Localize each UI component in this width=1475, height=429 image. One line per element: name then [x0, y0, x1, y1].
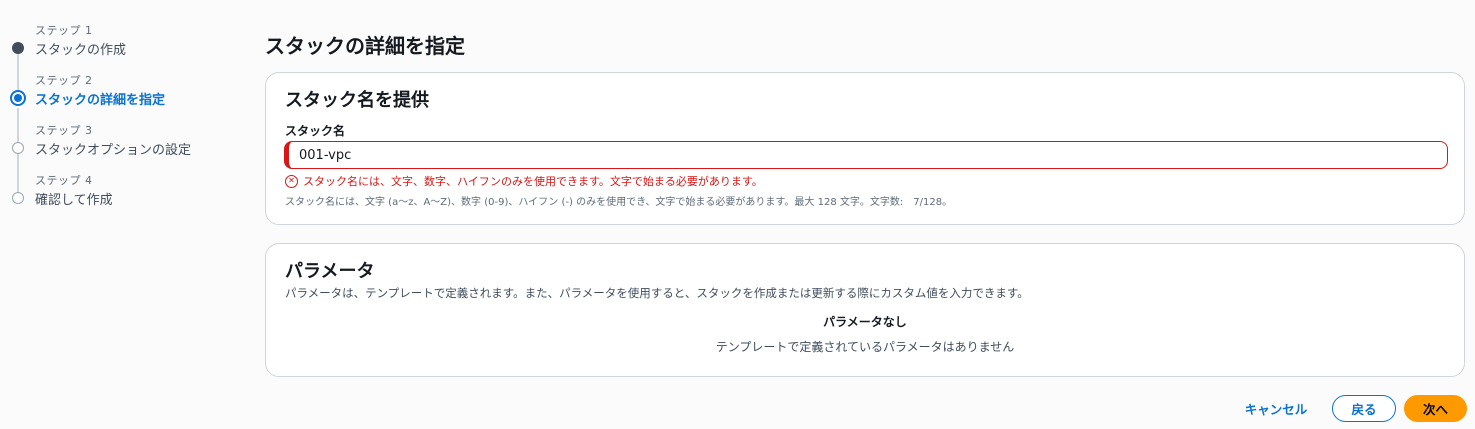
stack-name-error: ✕ スタック名には、文字、数字、ハイフンのみを使用できます。文字で始まる必要があ…: [285, 173, 763, 189]
step-title: スタックオプションの設定: [35, 143, 192, 158]
step-caption: ステップ 3: [35, 124, 93, 137]
wizard-step-3: ステップ 3 スタックオプションの設定: [0, 120, 240, 170]
wizard-step-2: ステップ 2 スタックの詳細を指定: [0, 70, 240, 120]
back-button[interactable]: 戻る: [1332, 395, 1396, 422]
step-pending-icon: [12, 192, 24, 204]
parameters-container: パラメータ パラメータは、テンプレートで定義されます。また、パラメータを使用する…: [265, 243, 1465, 377]
page: ステップ 1 スタックの作成 ステップ 2 スタックの詳細を指定 ステップ 3 …: [0, 0, 1475, 429]
parameters-empty-title: パラメータなし: [823, 315, 907, 329]
step-caption: ステップ 4: [35, 174, 93, 187]
next-button[interactable]: 次へ: [1404, 395, 1467, 422]
step-caption: ステップ 2: [35, 74, 93, 87]
step-title: スタックの作成: [35, 43, 127, 58]
page-title: スタックの詳細を指定: [265, 34, 465, 58]
error-text: スタック名には、文字、数字、ハイフンのみを使用できます。文字で始まる必要がありま…: [303, 175, 763, 188]
wizard-step-4: ステップ 4 確認して作成: [0, 170, 240, 220]
wizard-steps: ステップ 1 スタックの作成 ステップ 2 スタックの詳細を指定 ステップ 3 …: [0, 20, 240, 220]
step-pending-icon: [12, 142, 24, 154]
wizard-step-1[interactable]: ステップ 1 スタックの作成: [0, 20, 240, 70]
stack-name-header: スタック名を提供: [285, 90, 429, 111]
step-title: スタックの詳細を指定: [35, 93, 166, 108]
stack-name-input[interactable]: [284, 141, 1448, 169]
stack-name-constraint: スタック名には、文字 (a〜z、A〜Z)、数字 (0-9)、ハイフン (-) の…: [285, 197, 953, 208]
step-complete-icon: [12, 42, 24, 54]
stack-name-label: スタック名: [285, 124, 346, 138]
step-title: 確認して作成: [35, 193, 113, 208]
step-current-icon: [10, 90, 26, 106]
step-caption: ステップ 1: [35, 24, 93, 37]
parameters-header: パラメータ: [285, 261, 375, 282]
error-icon: ✕: [285, 174, 298, 188]
parameters-empty-description: テンプレートで定義されているパラメータはありません: [715, 340, 1015, 354]
stack-name-container: スタック名を提供 スタック名 ✕ スタック名には、文字、数字、ハイフンのみを使用…: [265, 72, 1465, 225]
parameters-description: パラメータは、テンプレートで定義されます。また、パラメータを使用すると、スタック…: [285, 286, 1029, 300]
cancel-button[interactable]: キャンセル: [1234, 395, 1318, 422]
